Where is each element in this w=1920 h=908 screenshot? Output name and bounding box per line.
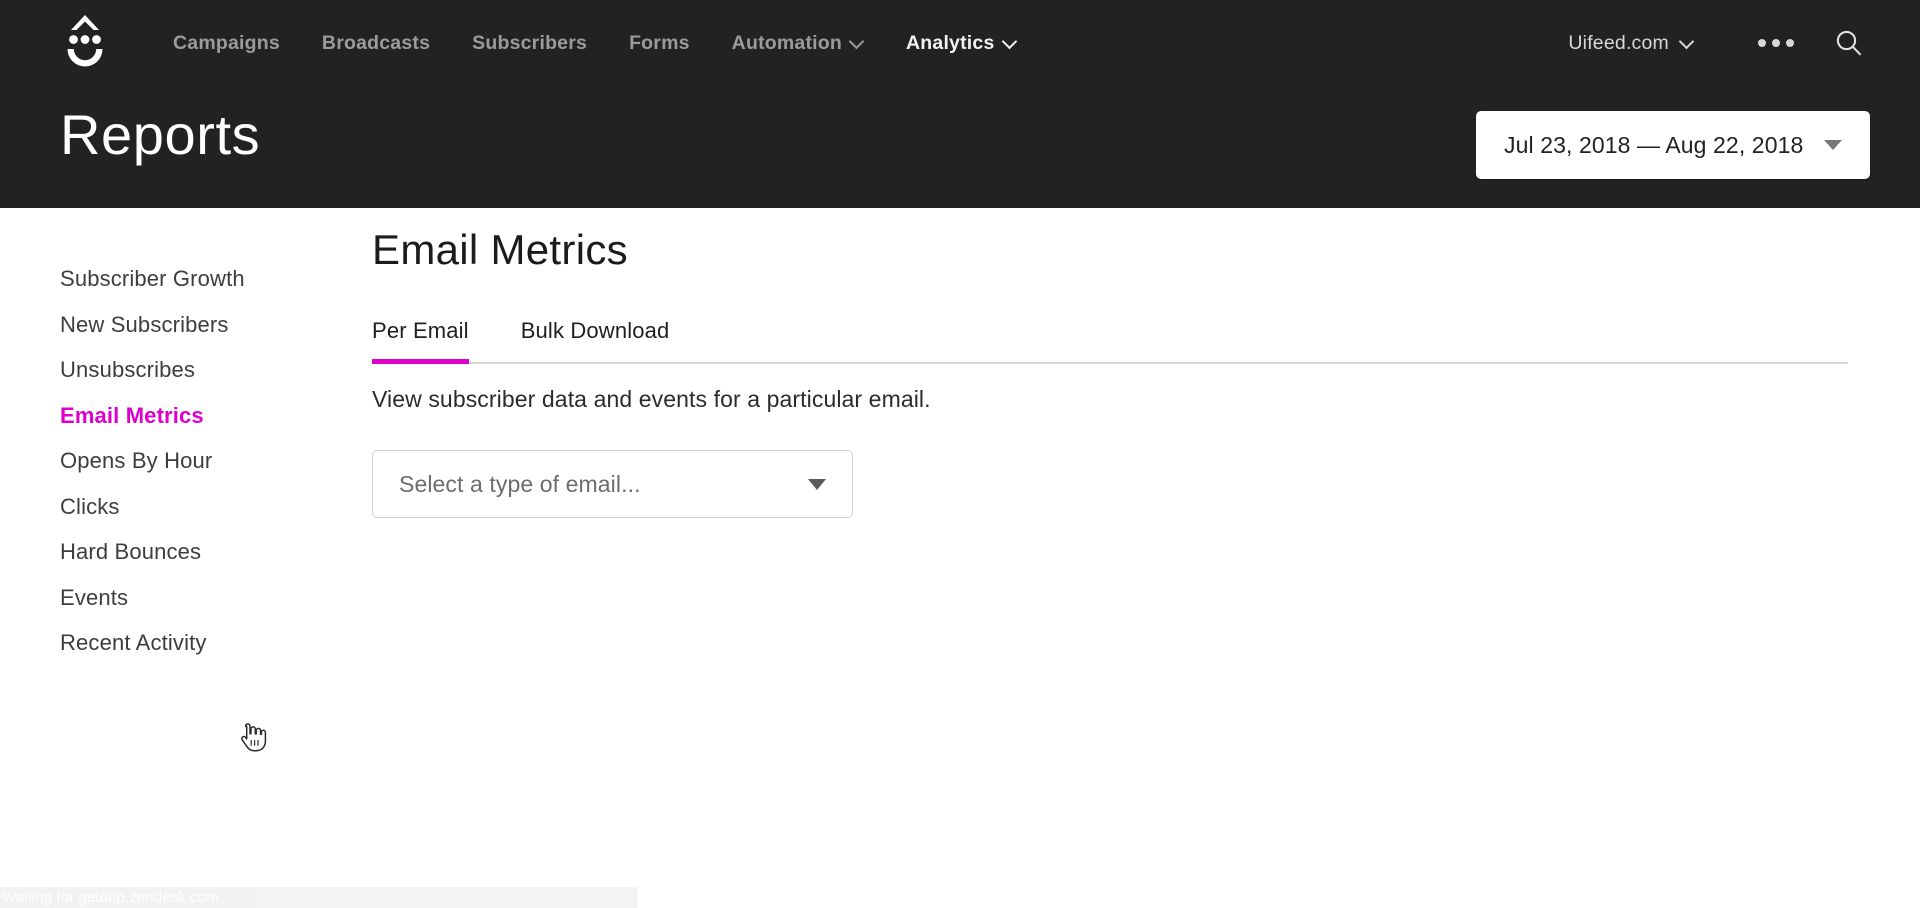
status-bar-text: Waiting for getdrip.zendesk.com… bbox=[2, 889, 234, 906]
tab-per-email[interactable]: Per Email bbox=[372, 318, 469, 364]
nav-label: Forms bbox=[629, 31, 690, 54]
nav-label: Subscribers bbox=[472, 31, 588, 54]
section-title: Email Metrics bbox=[372, 226, 628, 273]
account-label: Uifeed.com bbox=[1568, 31, 1669, 54]
more-menu-button[interactable] bbox=[1732, 0, 1820, 86]
sidebar-item-opens-by-hour[interactable]: Opens By Hour bbox=[60, 447, 212, 475]
ellipsis-dot bbox=[1758, 39, 1766, 47]
nav-label: Analytics bbox=[906, 31, 995, 54]
nav-label: Automation bbox=[731, 31, 842, 54]
ellipsis-dot bbox=[1786, 39, 1794, 47]
mouse-cursor-pointer bbox=[241, 723, 267, 752]
sidebar-item-recent-activity[interactable]: Recent Activity bbox=[60, 629, 207, 657]
account-switcher[interactable]: Uifeed.com bbox=[1554, 32, 1708, 55]
sidebar-item-new-subscribers[interactable]: New Subscribers bbox=[60, 311, 229, 339]
tab-label: Per Email bbox=[372, 318, 469, 343]
panel-description: View subscriber data and events for a pa… bbox=[372, 386, 931, 412]
ellipsis-dot bbox=[1772, 39, 1780, 47]
date-range-picker[interactable]: Jul 23, 2018 — Aug 22, 2018 bbox=[1476, 111, 1870, 179]
sidebar-item-subscriber-growth[interactable]: Subscriber Growth bbox=[60, 265, 245, 293]
nav-right-cluster: Uifeed.com bbox=[1554, 0, 1920, 86]
sidebar-item-clicks[interactable]: Clicks bbox=[60, 493, 120, 521]
nav-item-automation[interactable]: Automation bbox=[711, 0, 885, 86]
email-type-select[interactable]: Select a type of email... bbox=[372, 450, 853, 518]
page-content: Subscriber Growth New Subscribers Unsubs… bbox=[0, 208, 1920, 908]
sidebar-item-hard-bounces[interactable]: Hard Bounces bbox=[60, 538, 201, 566]
nav-item-subscribers[interactable]: Subscribers bbox=[451, 0, 608, 86]
sidebar-item-unsubscribes[interactable]: Unsubscribes bbox=[60, 356, 195, 384]
chevron-down-icon bbox=[1681, 35, 1694, 48]
chevron-down-icon bbox=[1004, 35, 1017, 48]
nav-label: Campaigns bbox=[173, 31, 280, 54]
top-navigation-bar: Campaigns Broadcasts Subscribers Forms A… bbox=[0, 0, 1920, 86]
tab-label: Bulk Download bbox=[520, 318, 670, 343]
search-button[interactable] bbox=[1820, 0, 1898, 86]
caret-down-icon bbox=[808, 478, 826, 490]
page-title-row: Reports Jul 23, 2018 — Aug 22, 2018 bbox=[0, 86, 1920, 208]
dark-header: Campaigns Broadcasts Subscribers Forms A… bbox=[0, 0, 1920, 208]
sidebar-item-email-metrics[interactable]: Email Metrics bbox=[60, 402, 204, 430]
date-range-label: Jul 23, 2018 — Aug 22, 2018 bbox=[1504, 131, 1804, 158]
nav-label: Broadcasts bbox=[321, 31, 431, 54]
tab-bulk-download[interactable]: Bulk Download bbox=[521, 318, 670, 362]
email-type-select-placeholder: Select a type of email... bbox=[399, 470, 641, 497]
drip-smiley-logo[interactable] bbox=[54, 8, 116, 70]
reports-sidebar: Subscriber Growth New Subscribers Unsubs… bbox=[60, 265, 350, 675]
page-title: Reports bbox=[60, 103, 261, 166]
browser-status-bar: Waiting for getdrip.zendesk.com… bbox=[0, 887, 637, 908]
chevron-down-icon bbox=[851, 35, 864, 48]
primary-nav-links: Campaigns Broadcasts Subscribers Forms A… bbox=[152, 0, 1038, 86]
nav-item-campaigns[interactable]: Campaigns bbox=[152, 0, 301, 86]
nav-item-broadcasts[interactable]: Broadcasts bbox=[301, 0, 451, 86]
nav-item-analytics[interactable]: Analytics bbox=[885, 0, 1038, 86]
panel-tabs: Per Email Bulk Download bbox=[372, 308, 1848, 364]
search-icon bbox=[1836, 30, 1862, 56]
sidebar-item-events[interactable]: Events bbox=[60, 584, 128, 612]
nav-item-forms[interactable]: Forms bbox=[608, 0, 711, 86]
caret-down-icon bbox=[1824, 140, 1842, 150]
